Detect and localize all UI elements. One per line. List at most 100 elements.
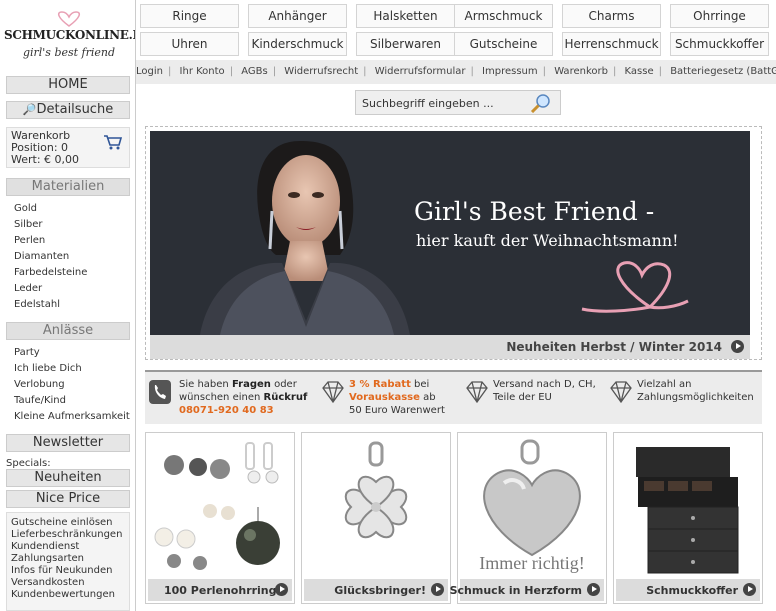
- product-label: Schmuck in Herzform: [449, 584, 582, 597]
- info-link[interactable]: Kundendienst: [11, 541, 125, 553]
- nav-uhren[interactable]: Uhren: [140, 32, 239, 56]
- product-caption[interactable]: 100 Perlenohrringe: [148, 579, 292, 601]
- info-bar: Sie haben Fragen oder wünschen einen Rüc…: [145, 370, 762, 424]
- nav-schmuckkoffer[interactable]: Schmuckkoffer: [670, 32, 769, 56]
- new-items-button[interactable]: Neuheiten: [6, 469, 130, 487]
- discount-vorauskasse: Vorauskasse: [349, 392, 420, 403]
- nav-ohrringe[interactable]: Ohrringe: [670, 4, 769, 28]
- material-item[interactable]: Perlen: [14, 233, 87, 249]
- product-label: 100 Perlenohrringe: [164, 584, 284, 597]
- occasion-item[interactable]: Taufe/Kind: [14, 393, 130, 409]
- cart-value: Wert: € 0,00: [11, 153, 80, 166]
- home-button[interactable]: HOME: [6, 76, 130, 94]
- search-icon[interactable]: [530, 93, 552, 113]
- link-widerrufsrecht[interactable]: Widerrufsrecht: [284, 66, 358, 77]
- material-item[interactable]: Silber: [14, 217, 87, 233]
- product-label: Schmuckkoffer: [646, 584, 738, 597]
- link-widerrufsformular[interactable]: Widerrufsformular: [375, 66, 466, 77]
- product-caption[interactable]: Schmuck in Herzform: [450, 579, 604, 601]
- material-item[interactable]: Gold: [14, 201, 87, 217]
- nav-herrenschmuck[interactable]: Herrenschmuck: [562, 32, 661, 56]
- model-illustration: [200, 141, 410, 335]
- nav-anhaenger[interactable]: Anhänger: [248, 4, 347, 28]
- discount-highlight: 3 % Rabatt: [349, 379, 411, 390]
- material-item[interactable]: Edelstahl: [14, 297, 87, 313]
- payment-info: Vielzahl an Zahlungsmöglichkeiten: [609, 378, 759, 404]
- discount-info: 3 % Rabatt bei Vorauskasse ab 50 Euro Wa…: [321, 378, 451, 417]
- occasion-item[interactable]: Verlobung: [14, 377, 130, 393]
- occasion-item[interactable]: Ich liebe Dich: [14, 361, 130, 377]
- magnifier-icon: 🔎: [22, 103, 37, 116]
- link-kasse[interactable]: Kasse: [625, 66, 654, 77]
- link-warenkorb[interactable]: Warenkorb: [554, 66, 608, 77]
- phone-icon: [149, 380, 171, 404]
- link-bar: Login | Ihr Konto | AGBs | Widerrufsrecht | …: [136, 60, 776, 84]
- specials-label: Specials:: [6, 458, 51, 469]
- nav-halsketten[interactable]: Halsketten: [356, 4, 455, 28]
- clover-pendant-image: [344, 441, 408, 539]
- banner-headline: Girl's Best Friend -: [414, 197, 655, 226]
- product-tile[interactable]: Schmuckkoffer: [613, 432, 763, 604]
- nav-charms[interactable]: Charms: [562, 4, 661, 28]
- arrow-right-icon[interactable]: [731, 340, 744, 353]
- jewelry-box-image: [636, 447, 739, 574]
- contact-rueckruf: Rückruf: [263, 392, 308, 403]
- link-agbs[interactable]: AGBs: [241, 66, 267, 77]
- arrow-right-icon[interactable]: [431, 583, 444, 596]
- diamond-icon: [466, 381, 488, 404]
- link-login[interactable]: Login: [136, 66, 163, 77]
- nice-price-button[interactable]: Nice Price: [6, 490, 130, 508]
- arrow-right-icon[interactable]: [275, 583, 288, 596]
- nav-kinderschmuck[interactable]: Kinderschmuck: [248, 32, 347, 56]
- info-links-box: Gutscheine einlösen Lieferbeschränkungen…: [6, 512, 130, 611]
- info-link[interactable]: Versandkosten: [11, 577, 125, 589]
- occasion-item[interactable]: Kleine Aufmerksamkeit: [14, 409, 130, 425]
- material-item[interactable]: Farbedelsteine: [14, 265, 87, 281]
- info-link[interactable]: Kundenbewertungen: [11, 589, 125, 601]
- search-placeholder: Suchbegriff eingeben ...: [362, 97, 494, 110]
- contact-phone[interactable]: 08071-920 40 83: [179, 405, 274, 416]
- product-caption[interactable]: Glücksbringer!: [304, 579, 448, 601]
- nav-ringe[interactable]: Ringe: [140, 4, 239, 28]
- pearl-earrings-image: [154, 442, 280, 570]
- diamond-icon: [610, 381, 632, 404]
- contact-pre: Sie haben: [179, 379, 232, 390]
- newsletter-button[interactable]: Newsletter: [6, 434, 130, 452]
- banner-caption[interactable]: Neuheiten Herbst / Winter 2014: [150, 335, 750, 359]
- product-tile[interactable]: Glücksbringer!: [301, 432, 451, 604]
- link-battg[interactable]: Batteriegesetz (BattG): [670, 66, 776, 77]
- info-link[interactable]: Infos für Neukunden: [11, 565, 125, 577]
- main-content: Ringe Anhänger Halsketten Armschmuck Cha…: [135, 0, 776, 611]
- material-item[interactable]: Diamanten: [14, 249, 87, 265]
- nav-gutscheine[interactable]: Gutscheine: [454, 32, 553, 56]
- logo[interactable]: SCHMUCKONLINE.DE girl's best friend: [4, 6, 152, 72]
- info-link[interactable]: Gutscheine einlösen: [11, 517, 125, 529]
- detail-search-label: Detailsuche: [36, 102, 114, 117]
- info-link[interactable]: Zahlungsarten: [11, 553, 125, 565]
- search-input[interactable]: Suchbegriff eingeben ...: [355, 90, 561, 115]
- material-item[interactable]: Leder: [14, 281, 87, 297]
- contact-info[interactable]: Sie haben Fragen oder wünschen einen Rüc…: [149, 378, 315, 417]
- nav-armschmuck[interactable]: Armschmuck: [454, 4, 553, 28]
- occasions-list: Party Ich liebe Dich Verlobung Taufe/Kin…: [14, 345, 130, 425]
- brand-tagline: girl's best friend: [22, 46, 116, 59]
- hero-banner[interactable]: Girl's Best Friend - hier kauft der Weih…: [145, 126, 762, 360]
- detail-search-button[interactable]: 🔎Detailsuche: [6, 101, 130, 119]
- occasion-item[interactable]: Party: [14, 345, 130, 361]
- discount-mid: bei: [410, 379, 430, 390]
- arrow-right-icon[interactable]: [743, 583, 756, 596]
- left-sidebar: SCHMUCKONLINE.DE girl's best friend HOME…: [0, 0, 152, 611]
- info-link[interactable]: Lieferbeschränkungen: [11, 529, 125, 541]
- product-tile[interactable]: Immer richtig! Schmuck in Herzform: [450, 432, 607, 604]
- arrow-right-icon[interactable]: [587, 583, 600, 596]
- product-caption[interactable]: Schmuckkoffer: [616, 579, 760, 601]
- banner-image: Girl's Best Friend - hier kauft der Weih…: [150, 131, 750, 335]
- product-tile[interactable]: 100 Perlenohrringe: [145, 432, 295, 604]
- diamond-icon: [322, 381, 344, 404]
- link-konto[interactable]: Ihr Konto: [180, 66, 225, 77]
- product-label: Glücksbringer!: [334, 584, 426, 597]
- nav-silberwaren[interactable]: Silberwaren: [356, 32, 455, 56]
- cart-box[interactable]: Warenkorb Position: 0 Wert: € 0,00: [6, 127, 130, 168]
- banner-subline: hier kauft der Weihnachtsmann!: [416, 231, 679, 250]
- link-impressum[interactable]: Impressum: [482, 66, 538, 77]
